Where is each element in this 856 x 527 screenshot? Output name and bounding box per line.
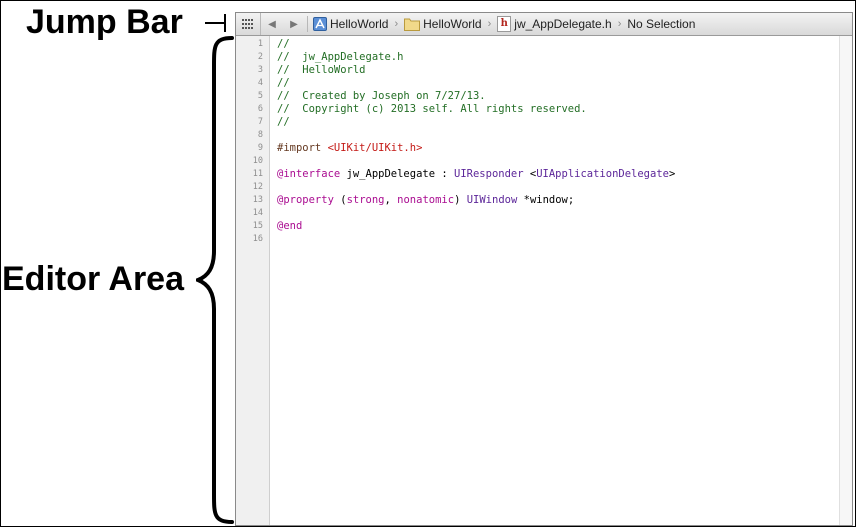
- jump-bar-callout-line: [205, 22, 225, 24]
- code-token: *window;: [517, 194, 575, 206]
- code-line: @property (strong, nonatomic) UIWindow *…: [277, 194, 574, 207]
- code-token: // jw_AppDelegate.h: [277, 51, 404, 63]
- code-token: <UIKit/UIKit.h>: [327, 142, 423, 154]
- code-token: ,: [384, 194, 398, 206]
- code-line: //: [277, 116, 290, 129]
- project-icon: [313, 17, 327, 31]
- grid-icon: [242, 19, 253, 29]
- code-line: @end: [277, 220, 302, 233]
- code-token: #import: [277, 142, 328, 154]
- code-token: <: [523, 168, 537, 180]
- line-number: 4: [257, 78, 263, 88]
- code-token: UIApplicationDelegate: [536, 168, 669, 180]
- line-number: 10: [252, 156, 263, 166]
- code-token: strong: [346, 194, 385, 206]
- jump-bar: ◀ ▶ HelloWorld › HelloWorld › h jw_AppDe…: [236, 13, 852, 36]
- code-token: jw_AppDelegate :: [340, 168, 455, 180]
- xcode-editor-window: ◀ ▶ HelloWorld › HelloWorld › h jw_AppDe…: [235, 12, 853, 526]
- triangle-left-icon: ◀: [268, 18, 276, 30]
- line-number: 11: [252, 169, 263, 179]
- chevron-right-icon: ›: [394, 18, 399, 30]
- vertical-scrollbar[interactable]: [839, 36, 852, 525]
- chevron-right-icon: ›: [617, 18, 622, 30]
- breadcrumb-label: jw_AppDelegate.h: [514, 17, 612, 31]
- code-line: // Created by Joseph on 7/27/13.: [277, 90, 486, 103]
- line-number: 3: [257, 65, 263, 75]
- line-number: 1: [257, 39, 263, 49]
- line-number: 5: [257, 91, 263, 101]
- line-number: 8: [257, 130, 263, 140]
- code-token: @property: [277, 194, 334, 206]
- line-number: 13: [252, 195, 263, 205]
- code-token: >: [668, 168, 676, 180]
- code-token: nonatomic: [397, 194, 455, 206]
- jump-bar-callout-tick: [224, 14, 226, 32]
- code-line: #import <UIKit/UIKit.h>: [277, 142, 422, 155]
- code-area[interactable]: //// jw_AppDelegate.h// HelloWorld//// C…: [277, 36, 838, 525]
- code-token: //: [277, 77, 290, 89]
- code-token: ): [454, 194, 467, 206]
- breadcrumb-file[interactable]: h jw_AppDelegate.h: [494, 13, 614, 35]
- forward-button[interactable]: ▶: [283, 13, 305, 35]
- line-number: 7: [257, 117, 263, 127]
- breadcrumb-label: HelloWorld: [423, 17, 482, 31]
- code-token: // Created by Joseph on 7/27/13.: [277, 90, 486, 102]
- code-line: // Copyright (c) 2013 self. All rights r…: [277, 103, 587, 116]
- code-token: (: [333, 194, 347, 206]
- jump-bar-callout-label: Jump Bar: [26, 3, 183, 41]
- line-number: 16: [252, 234, 263, 244]
- code-token: @end: [277, 220, 303, 232]
- code-token: UIResponder: [454, 168, 524, 180]
- chevron-right-icon: ›: [487, 18, 492, 30]
- code-line: //: [277, 77, 290, 90]
- line-number-gutter: 1 2 3 4 5 6 7 8 9 10 11 12 13 14 15 16: [236, 36, 270, 525]
- editor-area-brace: [196, 36, 234, 524]
- code-line: // HelloWorld: [277, 64, 366, 77]
- header-file-icon: h: [497, 16, 512, 32]
- back-button[interactable]: ◀: [261, 13, 283, 35]
- jump-bar-separator: [307, 16, 308, 32]
- line-number: 15: [252, 221, 263, 231]
- header-file-icon-glyph: h: [500, 18, 508, 29]
- editor-area-callout-label: Editor Area: [2, 260, 185, 298]
- line-number: 6: [257, 104, 263, 114]
- code-line: @interface jw_AppDelegate : UIResponder …: [277, 168, 675, 181]
- folder-icon: [404, 18, 421, 31]
- code-line: // jw_AppDelegate.h: [277, 51, 403, 64]
- code-token: //: [277, 116, 290, 128]
- line-number: 12: [252, 182, 263, 192]
- breadcrumb-label: HelloWorld: [330, 17, 389, 31]
- code-line: //: [277, 38, 290, 51]
- code-token: UIWindow: [466, 194, 518, 206]
- breadcrumb-label: No Selection: [627, 17, 696, 31]
- line-number: 2: [257, 52, 263, 62]
- code-token: //: [277, 38, 290, 50]
- line-number: 14: [252, 208, 263, 218]
- code-token: // HelloWorld: [277, 64, 366, 76]
- line-number: 9: [257, 143, 263, 153]
- breadcrumb-symbol[interactable]: No Selection: [624, 13, 698, 35]
- breadcrumb-group[interactable]: HelloWorld: [401, 13, 484, 35]
- breadcrumb-project[interactable]: HelloWorld: [310, 13, 391, 35]
- code-token: // Copyright (c) 2013 self. All rights r…: [277, 103, 587, 115]
- triangle-right-icon: ▶: [290, 18, 298, 30]
- code-token: @interface: [277, 168, 341, 180]
- related-items-button[interactable]: [236, 13, 261, 35]
